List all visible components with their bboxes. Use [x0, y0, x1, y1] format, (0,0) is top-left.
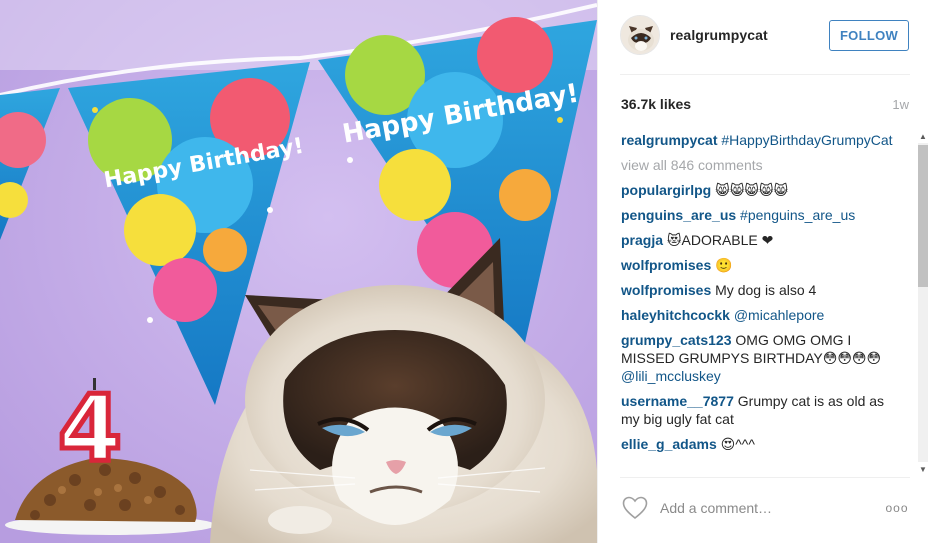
post-header: realgrumpycat FOLLOW — [598, 0, 933, 74]
comment-username[interactable]: ellie_g_adams — [621, 436, 717, 452]
avatar[interactable] — [620, 15, 660, 55]
comment-item: populargirlpg 😸😸😸😸😸 — [621, 181, 893, 199]
caption-username[interactable]: realgrumpycat — [621, 132, 717, 148]
scroll-up-arrow-icon[interactable]: ▲ — [918, 131, 928, 141]
comment-item: ellie_g_adams 😍^^^ — [621, 435, 893, 453]
more-options-icon[interactable]: ooo — [883, 500, 911, 516]
header-divider — [620, 74, 910, 75]
add-comment-input[interactable] — [660, 497, 860, 519]
post-photo[interactable]: Happy Birthday! Happy Birthday! 4 — [0, 0, 597, 543]
comment-mention[interactable]: @micahlepore — [734, 307, 824, 323]
comment-username[interactable]: haleyhitchcockk — [621, 307, 730, 323]
post-side-panel: realgrumpycat FOLLOW 36.7k likes 1w real… — [597, 0, 933, 543]
comment-item: grumpy_cats123 OMG OMG OMG I MISSED GRUM… — [621, 331, 893, 385]
comments-list[interactable]: realgrumpycat #HappyBirthdayGrumpyCat vi… — [621, 131, 893, 474]
comment-username[interactable]: penguins_are_us — [621, 207, 736, 223]
like-button[interactable] — [622, 496, 648, 520]
comment-username[interactable]: wolfpromises — [621, 257, 711, 273]
heart-outline-icon — [622, 496, 648, 520]
comment-item: wolfpromises My dog is also 4 — [621, 281, 893, 299]
comment-item: penguins_are_us #penguins_are_us — [621, 206, 893, 224]
footer-divider — [620, 477, 910, 478]
comment-text: 😍^^^ — [720, 436, 755, 452]
comment-text: My dog is also 4 — [715, 282, 817, 298]
comment-item: pragja 😻ADORABLE ❤ — [621, 231, 893, 249]
view-all-comments-link[interactable]: view all 846 comments — [621, 156, 893, 174]
comment-item: haleyhitchcockk @micahlepore — [621, 306, 893, 324]
follow-button[interactable]: FOLLOW — [829, 20, 909, 51]
candle-number: 4 — [58, 375, 122, 482]
comment-text: 🙂 — [715, 257, 733, 273]
comments-scrollbar[interactable]: ▲ ▼ — [916, 131, 930, 474]
comment-text: 😸😸😸😸😸 — [715, 182, 789, 198]
comment-username[interactable]: wolfpromises — [621, 282, 711, 298]
post-time[interactable]: 1w — [892, 97, 909, 112]
comment-username[interactable]: username__7877 — [621, 393, 734, 409]
post-caption: realgrumpycat #HappyBirthdayGrumpyCat — [621, 131, 893, 149]
comment-item: username__7877 Grumpy cat is as old as m… — [621, 392, 893, 428]
photo-illustration: Happy Birthday! Happy Birthday! 4 — [0, 0, 597, 543]
comment-username[interactable]: populargirlpg — [621, 182, 711, 198]
comment-username[interactable]: grumpy_cats123 — [621, 332, 732, 348]
avatar-cat-icon — [621, 16, 659, 54]
comment-hashtag[interactable]: #penguins_are_us — [740, 207, 855, 223]
comment-mention[interactable]: @lili_mccluskey — [621, 368, 721, 384]
comment-username[interactable]: pragja — [621, 232, 663, 248]
scroll-down-arrow-icon[interactable]: ▼ — [918, 464, 928, 474]
comment-text: 😻ADORABLE ❤ — [666, 232, 774, 248]
scroll-thumb[interactable] — [918, 145, 928, 287]
caption-hashtag[interactable]: #HappyBirthdayGrumpyCat — [721, 132, 892, 148]
comment-item: wolfpromises 🙂 — [621, 256, 893, 274]
post-username[interactable]: realgrumpycat — [670, 27, 768, 43]
likes-count[interactable]: 36.7k likes — [621, 96, 691, 112]
